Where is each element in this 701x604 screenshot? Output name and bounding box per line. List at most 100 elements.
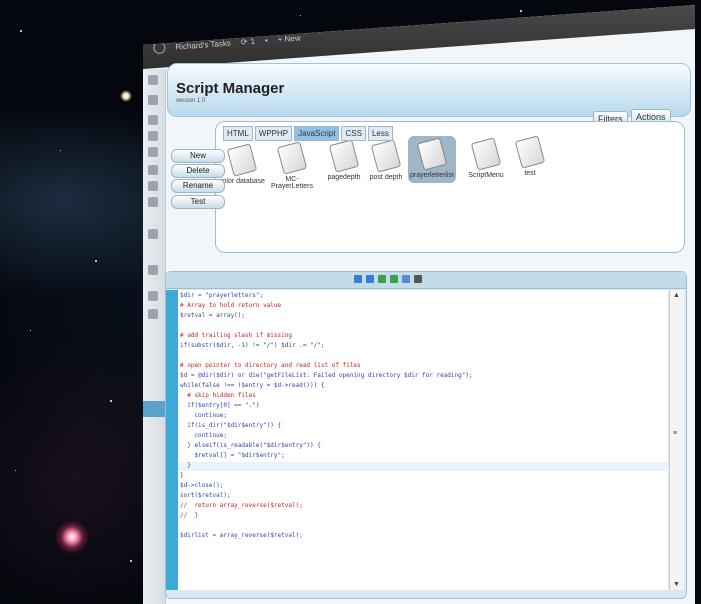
vertical-scrollbar[interactable]: ▲ ≡ ▼ (669, 290, 684, 590)
code-line: 5# add trailing slash if missing (180, 332, 292, 340)
code-line: 22// return array_reverse($retval); (180, 502, 303, 510)
code-line: 3$retval = array(); (180, 312, 245, 320)
pages-icon[interactable] (148, 147, 158, 157)
header-panel: Script Manager version 1.0 (167, 63, 691, 117)
code-text: $dirlist = array_reverse($retval); (180, 532, 303, 539)
code-line: 21sort($retval); (180, 492, 231, 500)
run-icon[interactable] (378, 275, 386, 283)
editor-toolbar (166, 272, 686, 289)
script-label: prayerletterlist (410, 172, 454, 179)
rename-button[interactable]: Rename (171, 179, 225, 193)
script-test[interactable]: test (506, 135, 554, 177)
code-text: $d->close(); (180, 482, 224, 489)
dashboard-icon[interactable] (148, 75, 158, 85)
code-text: if(substr($dir, -1) != "/") $dir .= "/"; (180, 342, 325, 349)
star (20, 30, 22, 32)
code-text: # Array to hold return value (180, 302, 282, 309)
settings-icon[interactable] (148, 309, 158, 319)
code-text: $retval[] = "$dir$entry"; (180, 452, 285, 459)
code-text: sort($retval); (180, 492, 231, 499)
media-icon[interactable] (148, 115, 158, 125)
posts-icon[interactable] (148, 95, 158, 105)
scroll-icon (514, 135, 546, 169)
code-line: 12 if($entry[0] == ".") (180, 402, 259, 410)
scroll-icon (370, 139, 402, 173)
script-mc-prayerletters[interactable]: MC-PrayerLetters (268, 141, 316, 190)
script-label: post depth (369, 174, 403, 181)
scroll-icon (226, 143, 258, 177)
code-line: 23// } (180, 512, 198, 520)
script-label: color database (219, 178, 265, 185)
admin-sidebar (143, 69, 167, 604)
page-title: Script Manager (176, 80, 285, 97)
plugins-icon[interactable] (148, 229, 158, 239)
version-label: version 1.0 (176, 98, 206, 104)
code-text: if($entry[0] == ".") (180, 402, 260, 409)
appearance-icon[interactable] (148, 197, 158, 207)
code-text: } (180, 472, 184, 479)
star (520, 10, 522, 12)
refresh-icon: ⟳ (240, 36, 248, 47)
current-line-highlight (178, 462, 668, 471)
active-menu-indicator[interactable] (143, 401, 167, 417)
script-label: MC-PrayerLetters (270, 176, 314, 190)
script-label: test (524, 170, 536, 177)
pink-star (55, 520, 89, 554)
star (300, 15, 301, 16)
scroll-grip-icon[interactable]: ≡ (673, 430, 677, 437)
code-text: $retval = array(); (180, 312, 246, 319)
tab-html[interactable]: HTML (223, 126, 253, 141)
code-text: if(is_dir("$dir$entry")) { (180, 422, 282, 429)
code-text: # add trailing slash if missing (180, 332, 292, 339)
code-line: 19} (180, 472, 184, 480)
scroll-icon (416, 137, 448, 171)
scroll-up-icon[interactable]: ▲ (673, 292, 680, 299)
code-area[interactable]: 1$dir = "prayerletters"; 2# Array to hold… (178, 290, 668, 590)
test-button[interactable]: Test (171, 195, 225, 209)
code-line: 13 continue; (180, 412, 227, 420)
code-text: while(false !== ($entry = $d->read())) { (180, 382, 325, 389)
copy-icon[interactable] (402, 275, 410, 283)
scroll-down-icon[interactable]: ▼ (673, 581, 680, 588)
star (15, 470, 16, 471)
refresh-icon[interactable] (390, 275, 398, 283)
tab-less[interactable]: Less (367, 126, 393, 141)
script-pagedepth[interactable]: pagedepth (320, 139, 368, 181)
tools-icon[interactable] (148, 291, 158, 301)
tab-css[interactable]: CSS (341, 126, 366, 141)
code-line: 18 } (180, 462, 191, 470)
code-text: } elseif(is_readable("$dir$entry")) { (180, 442, 321, 449)
script-label: pagedepth (327, 174, 361, 181)
save-as-icon[interactable] (366, 275, 374, 283)
script-prayerletterlist[interactable]: prayerletterlist (408, 136, 456, 183)
code-line: 6if(substr($dir, -1) != "/") $dir .= "/"… (180, 342, 325, 350)
scroll-icon (276, 141, 308, 175)
code-text: } (180, 462, 191, 469)
feedback-icon[interactable] (148, 181, 158, 191)
updates-link[interactable]: ⟳ 1 (240, 36, 255, 46)
delete-button[interactable]: Delete (171, 164, 225, 178)
comments-icon[interactable]: ▪ (265, 35, 268, 44)
users-icon[interactable] (148, 265, 158, 275)
line-number-gutter (166, 290, 178, 590)
code-text: # skip hidden files (180, 392, 256, 399)
save-icon[interactable] (354, 275, 362, 283)
new-button[interactable]: New (171, 149, 225, 163)
scroll-icon (470, 137, 502, 171)
tab-javascript[interactable]: JavaScript (294, 126, 340, 141)
script-scriptmenu[interactable]: ScriptMenu (462, 137, 510, 179)
code-line: 2# Array to hold return value (180, 302, 281, 310)
code-line: 20$d->close(); (180, 482, 223, 490)
code-text: // } (180, 512, 199, 519)
code-line: 25$dirlist = array_reverse($retval); (180, 532, 303, 540)
star (110, 400, 112, 402)
tab-wpphp[interactable]: WPPHP (254, 126, 293, 141)
code-text: $dir = "prayerletters"; (180, 292, 264, 299)
code-text: // return array_reverse($retval); (180, 502, 303, 509)
print-icon[interactable] (414, 275, 422, 283)
links-icon[interactable] (148, 131, 158, 141)
star (130, 560, 132, 562)
script-color-database[interactable]: color database (218, 143, 266, 185)
script-post-depth[interactable]: post depth (362, 139, 410, 181)
comments-menu-icon[interactable] (148, 165, 158, 175)
